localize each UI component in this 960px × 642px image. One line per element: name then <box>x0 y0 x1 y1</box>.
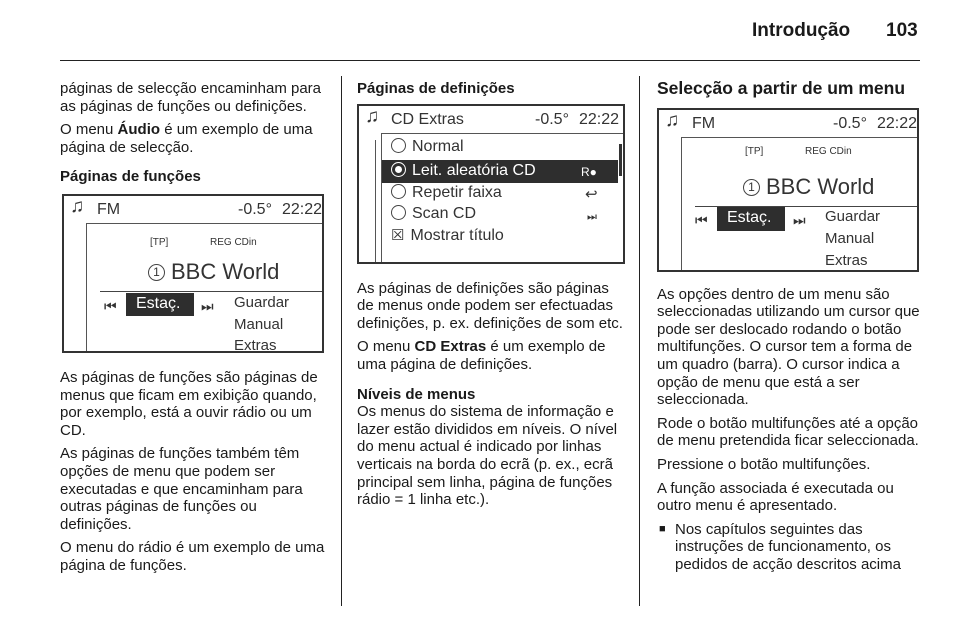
scan-icon: ⏭ <box>587 210 597 223</box>
screen-element <box>391 204 406 220</box>
paragraph: As páginas de funções são páginas de men… <box>60 368 318 439</box>
fm-screen-image: ♫ FM -0.5° 22:22 [TP] REG CDin 1 BBC Worl… <box>62 193 324 353</box>
screen-label: FM <box>692 114 716 132</box>
previous-icon: ⏮ <box>695 211 708 228</box>
screen-element <box>381 132 623 134</box>
screen-label: 1 <box>148 263 165 281</box>
column-2: Páginas de definições ♫ CD Extras -0.5° … <box>357 80 625 515</box>
previous-icon: ⏮ <box>104 297 117 314</box>
screen-label: 22:22 <box>579 110 620 128</box>
paragraph: Pressione o botão multifunções. <box>657 455 871 473</box>
music-note-icon: ♫ <box>665 109 680 131</box>
screen-element <box>86 223 87 351</box>
screen-label: BBC World <box>766 173 875 199</box>
screen-label: Mostrar título <box>410 226 504 244</box>
paragraph: Os menus do sistema de informação e laze… <box>357 403 618 509</box>
page-number: 103 <box>886 20 918 41</box>
screen-label: Estaç. <box>136 294 181 312</box>
screen-label: BBC World <box>171 258 280 284</box>
paragraph: As opções dentro de um menu são seleccio… <box>657 285 920 409</box>
screen-label: [TP] <box>150 236 169 248</box>
screen-element: Leit. aleatória CD <box>391 161 536 180</box>
screen-label: Normal <box>412 137 464 155</box>
heading: Níveis de menus <box>357 385 476 403</box>
screen-element: Repetir faixa <box>391 183 502 202</box>
paragraph: O menu Áudio é um exemplo de uma página … <box>60 121 328 156</box>
screen-label: Extras <box>825 251 868 269</box>
screen-label: 22:22 <box>282 200 323 218</box>
repeat-icon: ↩ <box>585 185 598 203</box>
paragraph: A função associada é executada ou outro … <box>657 479 894 515</box>
paragraph: Rode o botão multifunções até a opção de… <box>657 414 919 450</box>
music-note-icon: ♫ <box>365 105 380 127</box>
section-title: Introdução <box>752 20 851 41</box>
screen-element: ☒ Mostrar título <box>391 227 504 245</box>
screen-label: Leit. aleatória CD <box>412 161 536 179</box>
list-item: Nos capítulos seguintes das instruções d… <box>659 521 922 574</box>
next-icon: ⏭ <box>201 297 214 314</box>
screen-label: CDin <box>829 145 852 157</box>
screen-element <box>391 183 406 199</box>
screen-label: -0.5° <box>238 200 272 218</box>
screen-element: Normal <box>391 137 464 156</box>
screen-label: REG <box>805 145 827 157</box>
screen-element <box>391 161 406 177</box>
heading: Selecção a partir de um menu <box>657 78 906 98</box>
screen-label: REG <box>210 236 232 248</box>
screen-label: Manual <box>825 229 875 247</box>
next-icon: ⏭ <box>793 211 806 228</box>
screen-label: CD Extras <box>391 110 464 128</box>
heading: Páginas de funções <box>60 168 201 186</box>
screen-label: Scan CD <box>412 204 477 222</box>
station-name: 1 BBC World <box>148 260 279 282</box>
screen-label: Extras <box>234 336 277 353</box>
manual-page: Introdução 103 páginas de selecção encam… <box>0 0 960 642</box>
column-3: Selecção a partir de um menu ♫ FM -0.5° … <box>657 78 922 574</box>
screen-element <box>381 133 382 262</box>
screen-label: -0.5° <box>535 110 569 128</box>
paragraph: O menu CD Extras é um exemplo de uma pág… <box>357 338 625 373</box>
screen-label: CDin <box>234 236 257 248</box>
screen-label: -0.5° <box>833 114 867 132</box>
header-rule <box>60 60 920 61</box>
paragraph: As páginas de funções também têm opções … <box>60 445 303 533</box>
screen-label: Áudio <box>117 121 161 139</box>
screen-element: REG CDin <box>210 234 257 252</box>
heading: Páginas de definições <box>357 80 515 97</box>
screen-element <box>681 137 682 270</box>
music-note-icon: ♫ <box>70 195 85 217</box>
screen-element <box>391 137 406 153</box>
scrollbar <box>619 143 622 176</box>
screen-label: 1 <box>743 178 760 196</box>
random-cd-icon: R● <box>581 164 597 179</box>
screen-element <box>375 139 376 262</box>
bullet-list: Nos capítulos seguintes das instruções d… <box>657 521 922 574</box>
screen-label: [TP] <box>745 145 764 157</box>
screen-label: CD Extras <box>414 338 487 356</box>
screen-label: O menu <box>357 338 415 356</box>
station-name: 1 BBC World <box>743 175 874 197</box>
checkbox-icon: ☒ <box>391 226 405 244</box>
column-divider <box>341 76 342 606</box>
screen-label: Guardar <box>234 293 290 311</box>
screen-label: Manual <box>234 315 284 333</box>
paragraph: páginas de selecção encaminham para as p… <box>60 80 321 115</box>
screen-element <box>681 136 917 138</box>
screen-label: Guardar <box>825 207 881 225</box>
screen-element: Scan CD <box>391 204 477 223</box>
screen-element: REG CDin <box>805 143 852 161</box>
paragraph: O menu do rádio é um exemplo de uma pági… <box>60 539 325 574</box>
cd-extras-screen-image: ♫ CD Extras -0.5° 22:22 Normal Leit. ale… <box>357 103 625 264</box>
column-1: páginas de selecção encaminham para as p… <box>60 80 328 581</box>
fm-screen-image: ♫ FM -0.5° 22:22 [TP] REG CDin 1 BBC Worl… <box>657 107 919 272</box>
screen-element <box>86 222 322 224</box>
screen-label: Repetir faixa <box>412 183 502 201</box>
screen-label: O menu <box>60 121 118 139</box>
screen-label: 22:22 <box>877 114 918 132</box>
column-divider <box>639 76 640 606</box>
screen-label: Estaç. <box>727 208 772 226</box>
paragraph: As páginas de definições são páginas de … <box>357 279 623 332</box>
screen-label: FM <box>97 200 121 218</box>
